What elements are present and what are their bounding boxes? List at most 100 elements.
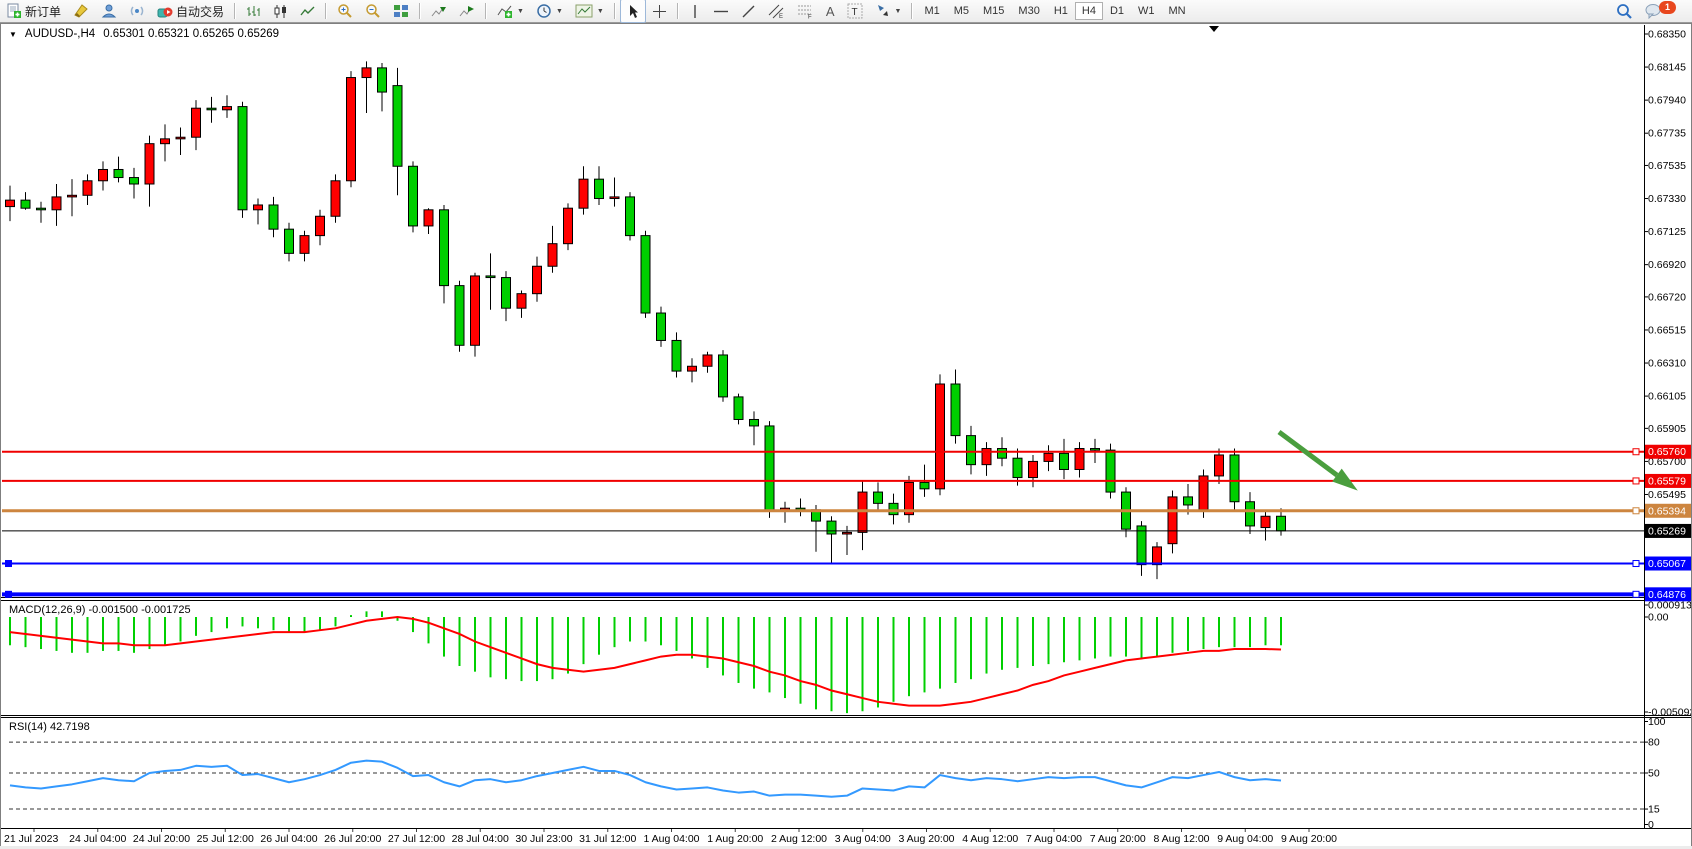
svg-text:27 Jul 12:00: 27 Jul 12:00 [388, 833, 445, 845]
chart-shift-button[interactable] [453, 0, 481, 23]
svg-text:100: 100 [1648, 716, 1666, 728]
arrows-tool[interactable]: ▼ [869, 0, 908, 23]
crosshair-tool-button[interactable] [646, 0, 673, 23]
dropdown-arrow-icon: ▼ [517, 8, 524, 15]
metaeditor-icon [73, 3, 89, 19]
bar-chart-button[interactable] [240, 0, 267, 23]
zoom-in-button[interactable] [331, 0, 359, 23]
svg-text:0.66310: 0.66310 [1648, 358, 1686, 370]
candlestick-chart-icon [273, 4, 288, 19]
svg-text:28 Jul 04:00: 28 Jul 04:00 [452, 833, 509, 845]
rsi-pane: 1008050150 [9, 716, 1666, 831]
svg-text:0.65495: 0.65495 [1648, 489, 1686, 501]
label-tool[interactable]: T [841, 0, 869, 23]
top-toolbar: 新订单 自动交易 ▼ ▼ ▼ [0, 0, 1692, 23]
chart-shift-marker[interactable] [1209, 26, 1219, 32]
notification-badge: 1 [1659, 1, 1676, 14]
crosshair-icon [652, 4, 667, 19]
indicators-button[interactable]: ▼ [491, 0, 530, 23]
autotrading-label: 自动交易 [176, 3, 224, 20]
fibonacci-tool[interactable]: F [791, 0, 820, 23]
svg-text:T: T [851, 7, 857, 18]
svg-text:0.66720: 0.66720 [1648, 291, 1686, 303]
toolbar-separator [911, 3, 913, 19]
svg-text:24 Jul 04:00: 24 Jul 04:00 [69, 833, 126, 845]
timeframe-group: M1M5M15M30H1H4D1W1MN [917, 0, 1192, 22]
zoom-out-button[interactable] [359, 0, 387, 23]
equidistant-channel-tool[interactable]: E [762, 0, 791, 23]
dropdown-arrow-icon: ▼ [556, 8, 563, 15]
svg-text:0.67735: 0.67735 [1648, 128, 1686, 140]
toolbar-separator [485, 3, 487, 19]
svg-text:26 Jul 20:00: 26 Jul 20:00 [324, 833, 381, 845]
bar-chart-icon [246, 4, 261, 19]
line-chart-icon [300, 4, 315, 19]
tab-timeframe-h1[interactable]: H1 [1047, 2, 1075, 20]
svg-text:0.00: 0.00 [1648, 612, 1669, 624]
text-tool[interactable]: A [820, 0, 841, 23]
svg-text:F: F [808, 15, 812, 20]
horizontal-line-objects[interactable]: 0.657600.655790.653940.652690.650670.648… [2, 445, 1691, 602]
svg-text:0.000913: 0.000913 [1648, 600, 1691, 612]
tab-timeframe-mn[interactable]: MN [1162, 2, 1193, 20]
trendline-icon [741, 4, 756, 19]
periods-button[interactable]: ▼ [530, 0, 569, 23]
toolbar-separator [677, 3, 679, 19]
label-tool-icon: T [847, 3, 863, 19]
horizontal-line-icon [713, 4, 729, 19]
toolbar-separator [325, 3, 327, 19]
tab-timeframe-m15[interactable]: M15 [976, 2, 1011, 20]
vertical-line-tool[interactable] [683, 0, 707, 23]
tile-windows-icon [393, 3, 409, 19]
cursor-tool-button[interactable] [620, 0, 646, 23]
new-order-button[interactable]: 新订单 [0, 0, 67, 23]
candlestick-chart-button[interactable] [267, 0, 294, 23]
svg-text:1 Aug 04:00: 1 Aug 04:00 [643, 833, 699, 845]
dropdown-arrow-icon: ▼ [895, 8, 902, 15]
autotrading-button[interactable]: 自动交易 [151, 0, 230, 23]
search-button[interactable] [1610, 0, 1639, 23]
autotrading-icon [157, 3, 173, 19]
price-axis: 0.683500.681450.679400.677350.675350.673… [1644, 29, 1686, 501]
templates-button[interactable]: ▼ [569, 0, 610, 23]
symbol-title: AUDUSD-,H4 [25, 28, 95, 40]
tab-timeframe-m30[interactable]: M30 [1011, 2, 1046, 20]
horizontal-line-tool[interactable] [707, 0, 735, 23]
rsi-label: RSI(14) 42.7198 [9, 721, 90, 733]
chart-menu-icon[interactable]: ▼ [9, 30, 17, 39]
tile-windows-button[interactable] [387, 0, 415, 23]
svg-text:7 Aug 20:00: 7 Aug 20:00 [1090, 833, 1146, 845]
svg-text:0.67125: 0.67125 [1648, 226, 1686, 238]
svg-text:7 Aug 04:00: 7 Aug 04:00 [1026, 833, 1082, 845]
svg-text:0.65579: 0.65579 [1648, 475, 1686, 487]
svg-text:30 Jul 23:00: 30 Jul 23:00 [515, 833, 572, 845]
svg-text:0.66105: 0.66105 [1648, 391, 1686, 403]
community-button[interactable] [95, 0, 123, 23]
line-chart-button[interactable] [294, 0, 321, 23]
signals-button[interactable] [123, 0, 151, 23]
notifications-button[interactable]: 1 [1639, 0, 1682, 23]
macd-pane: 0.0009130.00-0.005093 [10, 600, 1691, 719]
chart-canvas[interactable]: 0.683500.681450.679400.677350.675350.673… [1, 24, 1691, 847]
svg-text:0.65760: 0.65760 [1648, 446, 1686, 458]
community-person-icon [101, 3, 117, 19]
new-order-label: 新订单 [25, 3, 61, 20]
auto-scroll-button[interactable] [425, 0, 453, 23]
svg-text:0.67940: 0.67940 [1648, 95, 1686, 107]
svg-text:3 Aug 20:00: 3 Aug 20:00 [898, 833, 954, 845]
tab-timeframe-h4[interactable]: H4 [1075, 2, 1103, 20]
metaeditor-button[interactable] [67, 0, 95, 23]
zoom-out-icon [365, 3, 381, 19]
tab-timeframe-w1[interactable]: W1 [1131, 2, 1162, 20]
tab-timeframe-m5[interactable]: M5 [947, 2, 976, 20]
vertical-line-icon [689, 4, 701, 19]
tab-timeframe-m1[interactable]: M1 [917, 2, 946, 20]
svg-text:26 Jul 04:00: 26 Jul 04:00 [260, 833, 317, 845]
trendline-tool[interactable] [735, 0, 762, 23]
ohlc-values: 0.65301 0.65321 0.65265 0.65269 [103, 28, 279, 40]
svg-text:0.65394: 0.65394 [1648, 505, 1686, 517]
rsi-line [10, 761, 1281, 797]
toolbar-separator [614, 3, 616, 19]
tab-timeframe-d1[interactable]: D1 [1103, 2, 1131, 20]
svg-text:8 Aug 12:00: 8 Aug 12:00 [1153, 833, 1209, 845]
